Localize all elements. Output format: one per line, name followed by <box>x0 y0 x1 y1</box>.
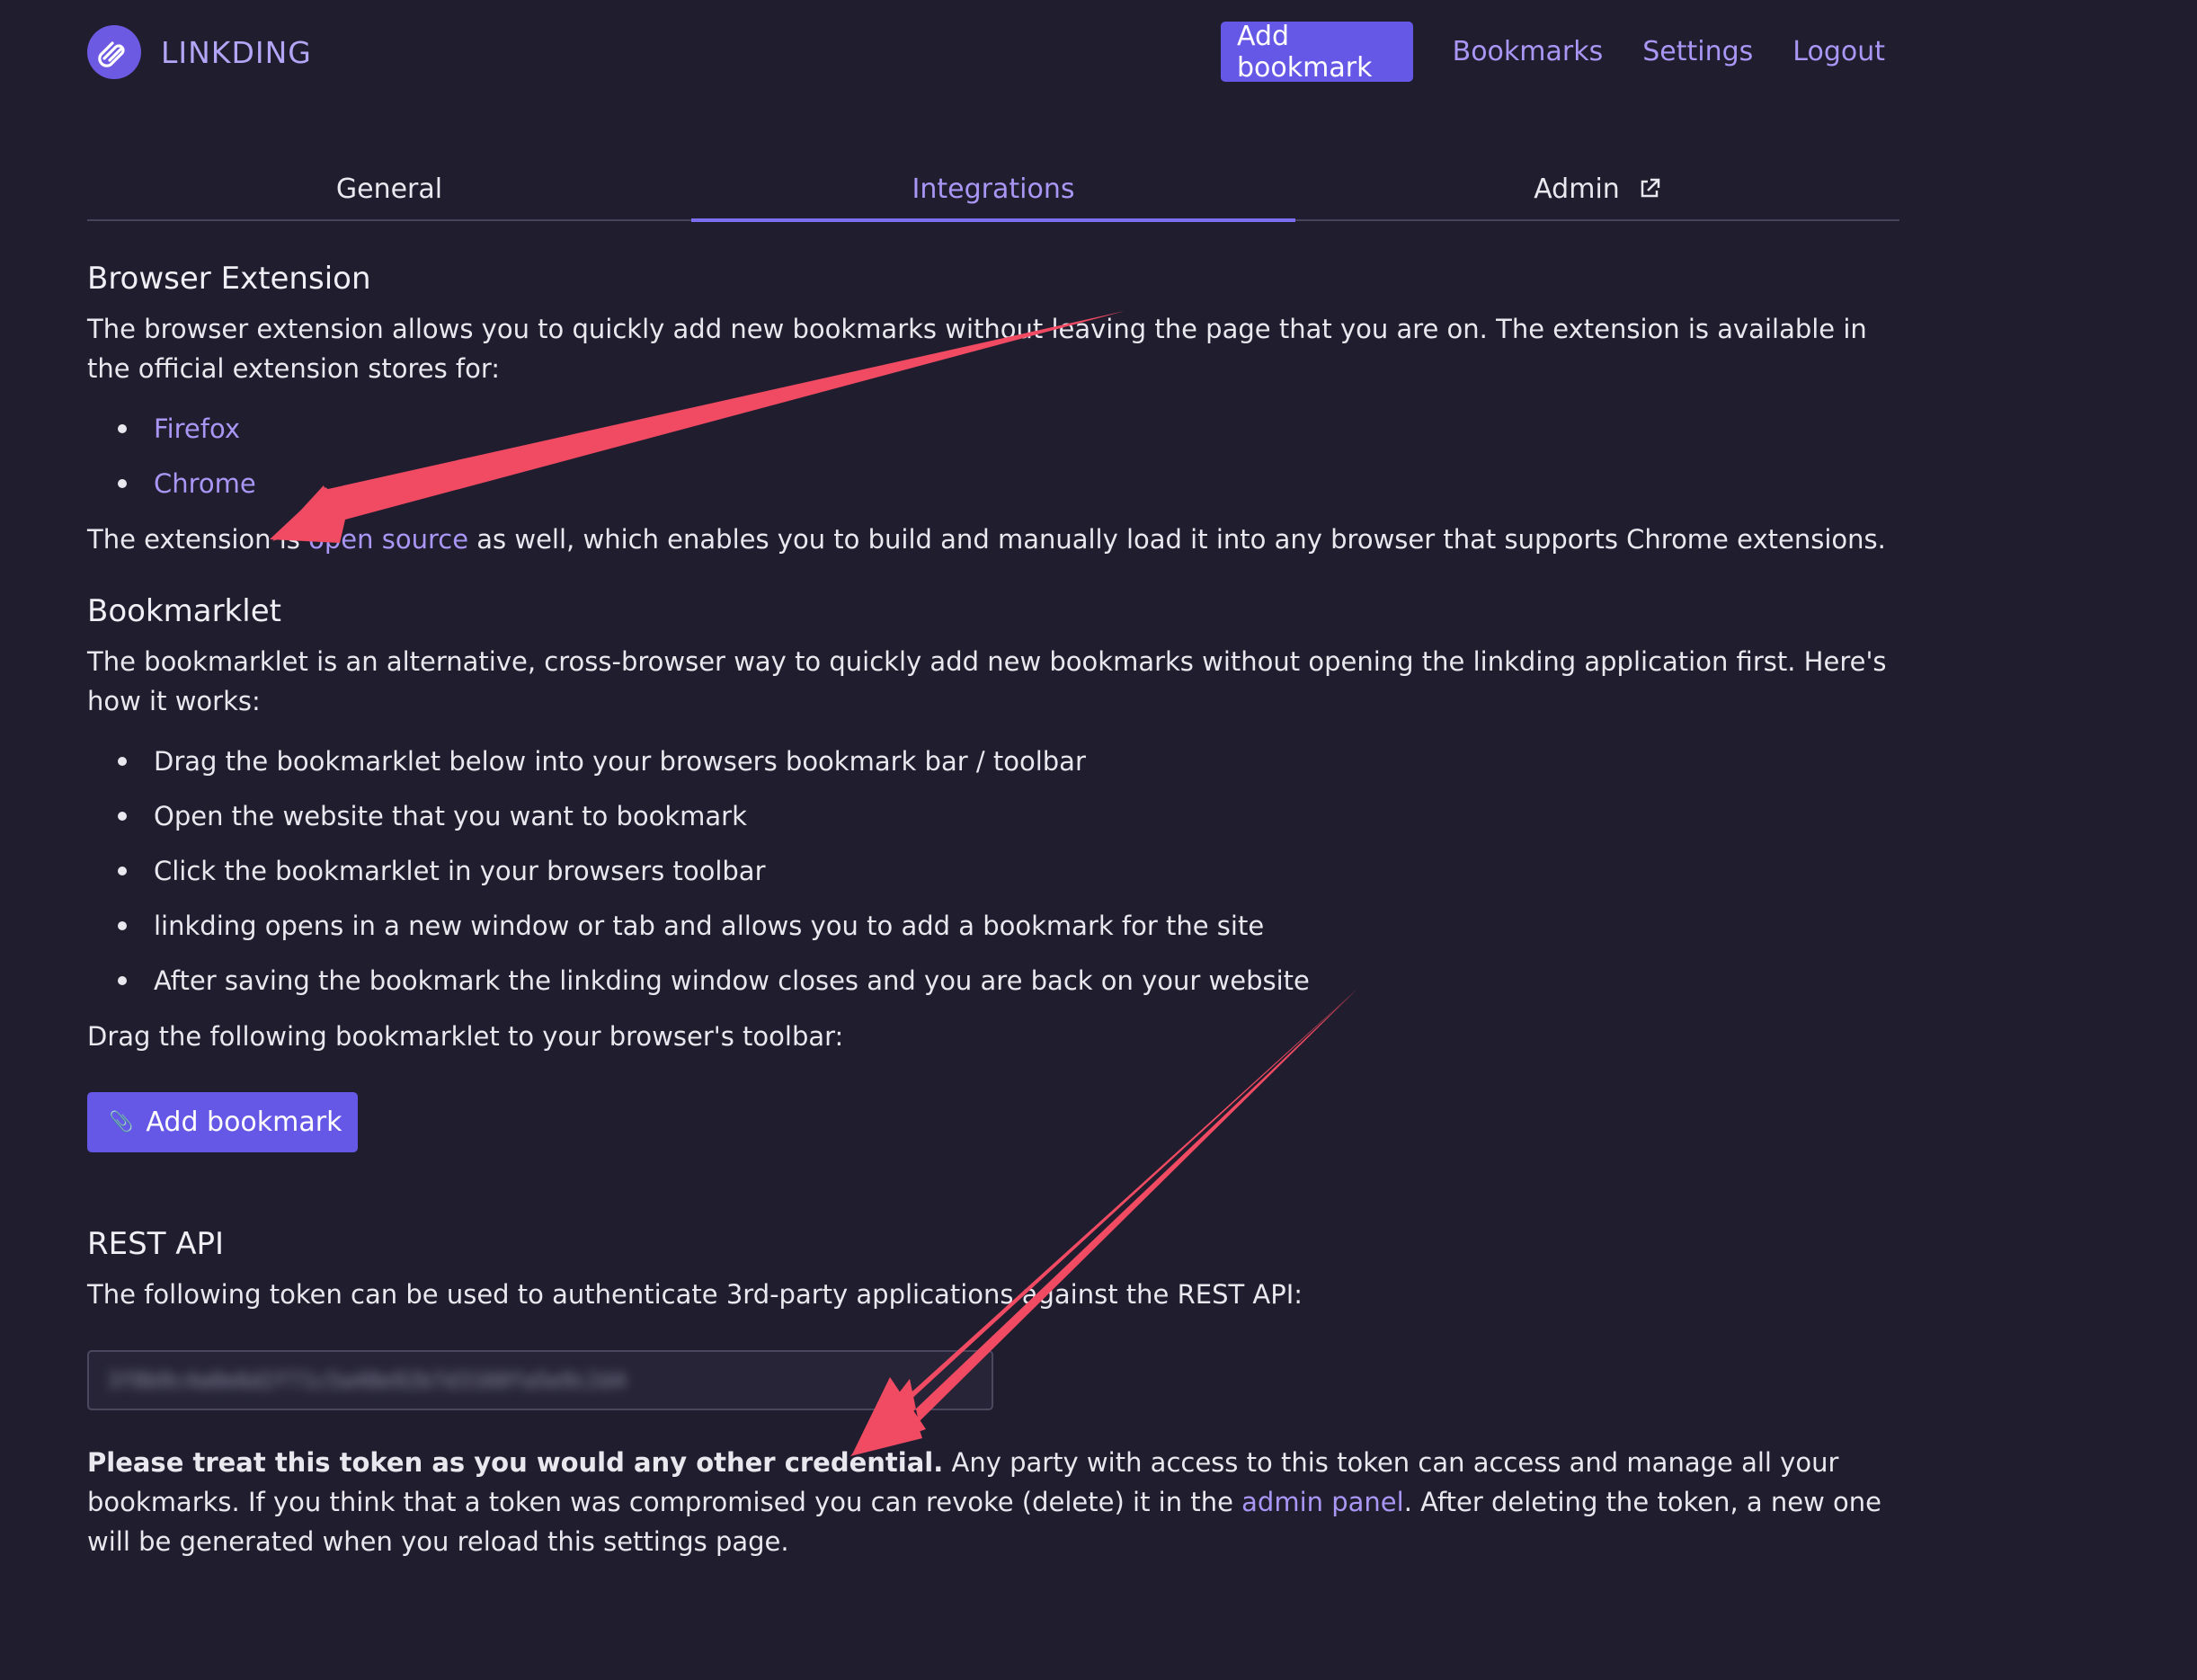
list-item: Open the website that you want to bookma… <box>87 788 1912 843</box>
open-source-prefix: The extension is <box>87 524 309 555</box>
tab-general[interactable]: General <box>87 158 691 219</box>
nav-logout-link[interactable]: Logout <box>1792 36 1885 67</box>
paperclip-icon <box>87 25 141 79</box>
api-token-field[interactable]: 3f8b9c4a0e6d2f71c5a48e92b7d3160fa5e9c2d4 <box>87 1350 993 1410</box>
app-name: LINKDING <box>161 34 312 70</box>
api-token-value: 3f8b9c4a0e6d2f71c5a48e92b7d3160fa5e9c2d4 <box>107 1367 627 1393</box>
step-text: Open the website that you want to bookma… <box>154 800 747 831</box>
add-bookmark-button[interactable]: Add bookmark <box>1221 21 1413 84</box>
drag-hint: Drag the following bookmarklet to your b… <box>87 1021 844 1052</box>
step-text: Drag the bookmarklet below into your bro… <box>154 745 1086 777</box>
open-source-suffix: as well, which enables you to build and … <box>468 524 1886 555</box>
step-text: linkding opens in a new window or tab an… <box>154 910 1265 941</box>
tab-integrations[interactable]: Integrations <box>691 158 1295 222</box>
tab-admin-label: Admin <box>1534 173 1620 205</box>
bookmarklet-button-label: Add bookmark <box>146 1107 342 1138</box>
browser-extension-heading: Browser Extension <box>87 261 371 297</box>
logo[interactable]: LINKDING <box>87 25 312 79</box>
token-warning-bold: Please treat this token as you would any… <box>87 1447 944 1478</box>
bookmarklet-intro: The bookmarklet is an alternative, cross… <box>87 646 1887 716</box>
rest-api-intro: The following token can be used to authe… <box>87 1279 1303 1310</box>
bookmarklet-button[interactable]: 📎 Add bookmark <box>87 1092 359 1152</box>
step-text: After saving the bookmark the linkding w… <box>154 964 1310 996</box>
admin-panel-link[interactable]: admin panel <box>1241 1487 1404 1517</box>
tab-admin[interactable]: Admin <box>1295 158 1899 219</box>
token-warning: Please treat this token as you would any… <box>87 1443 1912 1561</box>
bookmarklet-heading: Bookmarklet <box>87 593 281 629</box>
integrations-content: Browser Extension The browser extension … <box>87 261 1912 1561</box>
settings-tabs: General Integrations Admin <box>87 158 1899 222</box>
list-item: linkding opens in a new window or tab an… <box>87 898 1912 953</box>
list-item: Drag the bookmarklet below into your bro… <box>87 733 1912 788</box>
tab-general-label: General <box>335 173 443 205</box>
list-item: Firefox <box>87 401 1912 456</box>
list-item: Chrome <box>87 456 1912 511</box>
firefox-link[interactable]: Firefox <box>154 413 240 444</box>
browser-extension-intro: The browser extension allows you to quic… <box>87 314 1867 384</box>
nav-bookmarks-link[interactable]: Bookmarks <box>1453 36 1604 67</box>
tab-integrations-label: Integrations <box>912 173 1075 205</box>
external-link-icon <box>1638 177 1661 200</box>
top-nav: Add bookmark Bookmarks Settings Logout <box>1221 21 1885 84</box>
open-source-paragraph: The extension is open source as well, wh… <box>87 520 1912 559</box>
nav-settings-link[interactable]: Settings <box>1642 36 1753 67</box>
step-text: Click the bookmarklet in your browsers t… <box>154 855 766 886</box>
open-source-link[interactable]: open source <box>308 524 468 555</box>
chrome-link[interactable]: Chrome <box>154 468 256 499</box>
paperclip-icon: 📎 <box>109 1111 134 1133</box>
list-item: After saving the bookmark the linkding w… <box>87 953 1912 1008</box>
rest-api-heading: REST API <box>87 1226 225 1262</box>
bookmarklet-steps: Drag the bookmarklet below into your bro… <box>87 733 1912 1008</box>
header: LINKDING Add bookmark Bookmarks Settings… <box>87 21 1885 84</box>
extension-store-list: Firefox Chrome <box>87 401 1912 511</box>
list-item: Click the bookmarklet in your browsers t… <box>87 843 1912 898</box>
